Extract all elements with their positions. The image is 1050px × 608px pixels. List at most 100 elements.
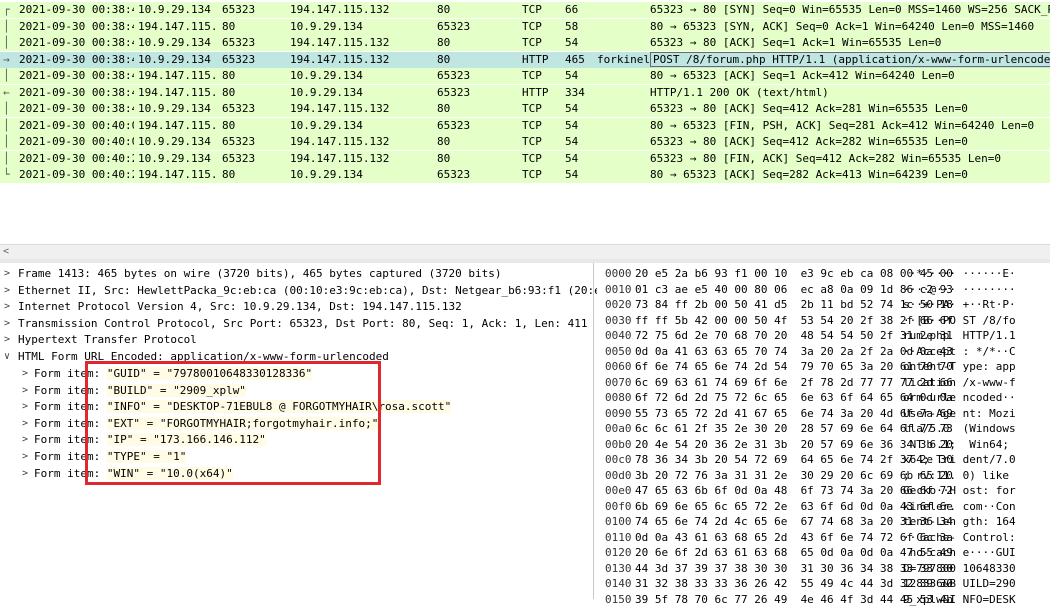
hex-dump-row[interactable]: 0150 39 5f 78 70 6c 77 26 49 4e 46 4f 3d …	[597, 592, 1050, 608]
expand-toggle-icon[interactable]: >	[4, 299, 10, 315]
packet-row[interactable]: └ 2021-09-30 00:40:29 194.147.115.1… 80 10.9…	[0, 167, 1050, 183]
ascii-bytes: orm-urle ncoded··	[903, 391, 1016, 404]
expand-toggle-icon[interactable]: >	[22, 366, 28, 382]
row-marker: │	[3, 135, 10, 148]
hex-dump-row[interactable]: 0130 44 3d 37 39 37 38 30 30 31 30 36 34 …	[597, 561, 1050, 577]
expand-toggle-icon[interactable]: >	[22, 432, 28, 448]
ascii-bytes: 128336&B UILD=290	[903, 577, 1016, 590]
expand-toggle-icon[interactable]: >	[22, 416, 28, 432]
hex-offset: 00f0	[605, 499, 632, 513]
host-cell: forkinel…	[597, 52, 649, 66]
row-marker: └	[3, 168, 10, 181]
detail-row-text: Transmission Control Protocol, Src Port:…	[18, 316, 588, 330]
protocol-cell: TCP	[522, 19, 542, 33]
expand-toggle-icon[interactable]: >	[4, 283, 10, 299]
ascii-bytes: ontent-T ype: app	[903, 360, 1016, 373]
time-cell: 2021-09-30 00:40:03	[19, 135, 134, 148]
source-cell: 10.9.29.134	[138, 135, 211, 148]
row-marker: ┌	[3, 3, 10, 16]
row-marker: →	[3, 52, 10, 66]
packet-row[interactable]: ← 2021-09-30 00:38:48 194.147.115.1… 80 10.9…	[0, 84, 1050, 101]
hex-dump-row[interactable]: 00a0 6c 6c 61 2f 35 2e 30 20 28 57 69 6e …	[597, 421, 1050, 437]
packet-row[interactable]: │ 2021-09-30 00:40:03 10.9.29.134 65323 194.…	[0, 134, 1050, 150]
source-cell: 10.9.29.134	[138, 52, 211, 66]
time-cell: 2021-09-30 00:38:48	[19, 102, 134, 115]
hex-dump-row[interactable]: 00c0 78 36 34 3b 20 54 72 69 64 65 6e 74 …	[597, 452, 1050, 468]
hex-dump-row[interactable]: 00f0 6b 69 6e 65 6c 65 72 2e 63 6f 6d 0d …	[597, 499, 1050, 515]
hex-dump-row[interactable]: 00d0 3b 20 72 76 3a 31 31 2e 30 29 20 6c …	[597, 468, 1050, 484]
expand-toggle-icon[interactable]: >	[22, 383, 28, 399]
hex-dump-row[interactable]: 0000 20 e5 2a b6 93 f1 00 10 e3 9c eb ca …	[597, 266, 1050, 282]
info-cell: 65323 → 80 [SYN] Seq=0 Win=65535 Len=0 M…	[650, 3, 1050, 16]
time-cell: 2021-09-30 00:38:48	[19, 36, 134, 49]
src-port-cell: 65323	[222, 135, 256, 148]
ascii-bytes: ·*····· ······E·	[903, 267, 1016, 280]
hex-dump-row[interactable]: 0120 20 6e 6f 2d 63 61 63 68 65 0d 0a 0d …	[597, 545, 1050, 561]
destination-cell: 10.9.29.134	[290, 69, 363, 82]
source-cell: 194.147.115.1…	[138, 19, 218, 33]
hex-dump-row[interactable]: 0080 6f 72 6d 2d 75 72 6c 65 6e 63 6f 64 …	[597, 390, 1050, 406]
expand-toggle-icon[interactable]: ∨	[4, 349, 10, 365]
ascii-bytes: ····@··· ········	[903, 282, 1016, 296]
source-cell: 194.147.115.1…	[138, 118, 218, 132]
ascii-bytes: NT 6.1; Win64;	[903, 437, 1016, 451]
hex-dump-row[interactable]: 0020 73 84 ff 2b 00 50 41 d5 2b 11 bd 52 …	[597, 297, 1050, 313]
ascii-bytes: 9_xplw&I NFO=DESK	[903, 592, 1016, 606]
dst-port-cell: 80	[437, 135, 451, 148]
packet-row[interactable]: │ 2021-09-30 00:38:48 194.147.115.1… 80 10.9…	[0, 68, 1050, 84]
src-port-cell: 80	[222, 118, 236, 132]
expand-toggle-icon[interactable]: >	[4, 332, 10, 348]
hex-offset: 0110	[605, 530, 632, 544]
hex-dump-row[interactable]: 0060 6f 6e 74 65 6e 74 2d 54 79 70 65 3a …	[597, 359, 1050, 375]
selected-info-text: POST /8/forum.php HTTP/1.1 (application/…	[650, 51, 1050, 67]
hex-offset: 0020	[605, 298, 632, 311]
protocol-cell: TCP	[522, 3, 542, 16]
hex-dump-row[interactable]: 0110 0d 0a 43 61 63 68 65 2d 43 6f 6e 74 …	[597, 530, 1050, 546]
src-port-cell: 80	[222, 19, 236, 33]
expand-toggle-icon[interactable]: >	[22, 399, 28, 415]
scroll-left-arrow-icon[interactable]: <	[3, 245, 9, 259]
dst-port-cell: 65323	[437, 168, 471, 181]
packet-row[interactable]: → 2021-09-30 00:38:48 10.9.29.134 65323 194.…	[0, 51, 1050, 68]
source-cell: 10.9.29.134	[138, 102, 211, 115]
hex-dump-row[interactable]: 0010 01 c3 ae e5 40 00 80 06 ec a8 0a 09 …	[597, 282, 1050, 298]
dst-port-cell: 65323	[437, 85, 471, 99]
hex-dump-row[interactable]: 0070 6c 69 63 61 74 69 6f 6e 2f 78 2d 77 …	[597, 375, 1050, 391]
src-port-cell: 80	[222, 168, 236, 181]
packet-row[interactable]: │ 2021-09-30 00:40:29 10.9.29.134 65323 194.…	[0, 150, 1050, 167]
hex-dump-row[interactable]: 0140 31 32 38 33 33 36 26 42 55 49 4c 44 …	[597, 576, 1050, 592]
source-cell: 194.147.115.1…	[138, 69, 218, 82]
src-port-cell: 80	[222, 85, 236, 99]
packet-list-horizontal-scrollbar[interactable]: <	[0, 244, 1050, 260]
time-cell: 2021-09-30 00:40:03	[19, 118, 134, 132]
hex-dump-row[interactable]: 0090 55 73 65 72 2d 41 67 65 6e 74 3a 20 …	[597, 406, 1050, 422]
info-cell: 65323 → 80 [FIN, ACK] Seq=412 Ack=282 Wi…	[650, 151, 1001, 165]
hex-dump-row[interactable]: 00e0 47 65 63 6b 6f 0d 0a 48 6f 73 74 3a …	[597, 483, 1050, 499]
expand-toggle-icon[interactable]: >	[4, 316, 10, 332]
row-marker: │	[3, 19, 10, 33]
expand-toggle-icon[interactable]: >	[22, 466, 28, 482]
hex-dump-row[interactable]: 00b0 20 4e 54 20 36 2e 31 3b 20 57 69 6e …	[597, 437, 1050, 453]
source-cell: 194.147.115.1…	[138, 168, 218, 181]
hex-dump-row[interactable]: 0030 ff ff 5b 42 00 00 50 4f 53 54 20 2f …	[597, 313, 1050, 329]
hex-offset: 00b0	[605, 437, 632, 451]
hex-dump-row[interactable]: 0100 74 65 6e 74 2d 4c 65 6e 67 74 68 3a …	[597, 514, 1050, 530]
packet-row[interactable]: │ 2021-09-30 00:38:48 10.9.29.134 65323 194.…	[0, 35, 1050, 51]
source-cell: 10.9.29.134	[138, 151, 211, 165]
length-cell: 66	[565, 3, 579, 16]
destination-cell: 194.147.115.132	[290, 3, 390, 16]
info-cell: 80 → 65323 [ACK] Seq=282 Ack=413 Win=642…	[650, 168, 968, 181]
protocol-cell: TCP	[522, 135, 542, 148]
packet-row[interactable]: │ 2021-09-30 00:38:48 194.147.115.1… 80 10.9…	[0, 18, 1050, 35]
packet-row[interactable]: ┌ 2021-09-30 00:38:47 10.9.29.134 65323 194.…	[0, 2, 1050, 18]
expand-toggle-icon[interactable]: >	[22, 449, 28, 465]
hex-dump-row[interactable]: 0050 0d 0a 41 63 63 65 70 74 3a 20 2a 2f …	[597, 344, 1050, 360]
packet-row[interactable]: │ 2021-09-30 00:38:48 10.9.29.134 65323 194.…	[0, 101, 1050, 117]
hex-offset: 00c0	[605, 453, 632, 466]
hex-dump-row[interactable]: 0040 72 75 6d 2e 70 68 70 20 48 54 54 50 …	[597, 328, 1050, 344]
expand-toggle-icon[interactable]: >	[4, 266, 10, 282]
hex-offset: 0010	[605, 282, 632, 296]
hex-offset: 0080	[605, 391, 632, 404]
packet-row[interactable]: │ 2021-09-30 00:40:03 194.147.115.1… 80 10.9…	[0, 117, 1050, 134]
hex-offset: 00e0	[605, 484, 632, 497]
